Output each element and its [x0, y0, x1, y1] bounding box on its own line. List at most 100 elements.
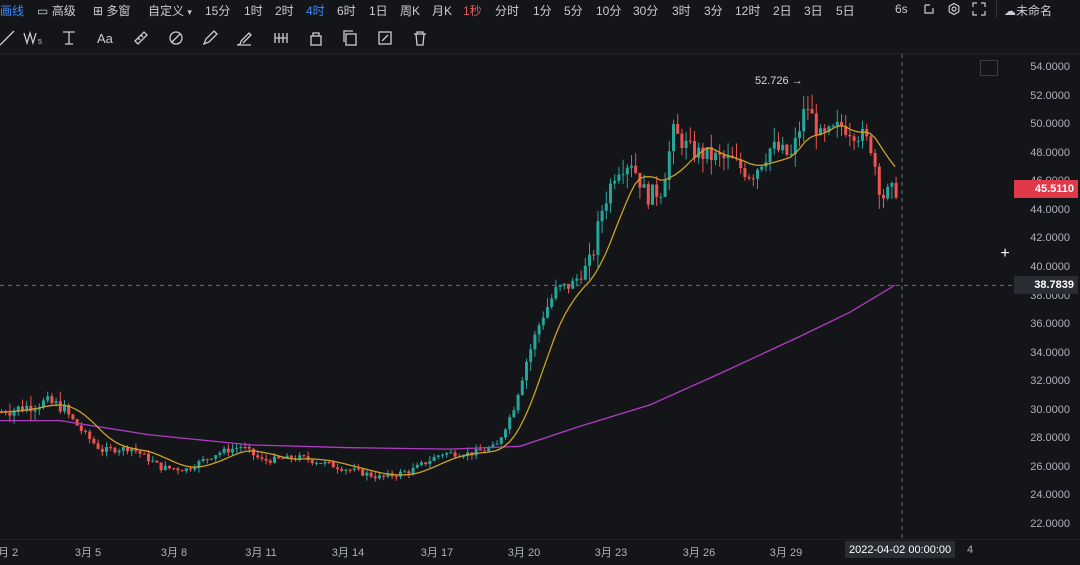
settings-icon[interactable] [945, 0, 963, 18]
price-chart[interactable] [0, 54, 1012, 539]
grid-icon: ⊞ [93, 4, 104, 18]
tab-advanced[interactable]: ▭ 高级 [37, 2, 76, 19]
price-tick: 22.0000 [1030, 517, 1070, 530]
candle-body [310, 459, 314, 464]
interval-15m[interactable]: 15分 [205, 2, 230, 19]
tab-custom[interactable]: 自定义 ▾ [148, 2, 192, 19]
interval-timeshare[interactable]: 分时 [495, 2, 519, 19]
interval-6h[interactable]: 6时 [337, 2, 356, 19]
candle-body [407, 471, 411, 474]
candle-body [75, 419, 79, 426]
measure-tool-icon[interactable] [270, 27, 292, 49]
interval-5m[interactable]: 5分 [564, 2, 583, 19]
candle-body [239, 446, 243, 448]
tab-multi-window[interactable]: ⊞ 多窗 [93, 2, 130, 19]
time-tick: 3月 26 [682, 547, 716, 559]
candle-body [520, 380, 524, 395]
price-tick: 30.0000 [1030, 403, 1070, 416]
candle-body [302, 455, 306, 457]
candle-body [617, 174, 621, 181]
interval-3m[interactable]: 3分 [704, 2, 723, 19]
candle-body [100, 448, 104, 452]
candle-body [478, 448, 482, 451]
fullscreen-icon[interactable] [970, 0, 988, 18]
ma-long-line [0, 284, 896, 450]
interval-2h[interactable]: 2时 [275, 2, 294, 19]
candle-body [831, 125, 835, 127]
candle-body [592, 254, 596, 256]
candle-body [651, 184, 654, 205]
candle-body [378, 475, 381, 479]
candle-body [138, 450, 142, 454]
candle-body [113, 448, 117, 453]
candle-body [483, 450, 486, 452]
candle-body [441, 454, 444, 456]
candle-body [642, 184, 646, 188]
svg-text:Aa: Aa [97, 31, 114, 46]
candle-body [877, 166, 881, 195]
add-alert-icon[interactable]: + [996, 245, 1014, 263]
candle-body [172, 468, 176, 470]
price-tick: 50.0000 [1030, 118, 1070, 131]
candle-body [231, 448, 234, 453]
candle-body [344, 469, 348, 471]
brush-tool-icon[interactable] [233, 27, 255, 49]
text-tool-icon[interactable] [58, 27, 80, 49]
candle-body [58, 401, 62, 412]
candle-body [810, 109, 814, 114]
expand-chart-icon[interactable] [980, 60, 998, 76]
interval-30m[interactable]: 30分 [633, 2, 658, 19]
candle-body [667, 151, 671, 180]
crosshair-price-tag: 38.7839 [1014, 276, 1078, 295]
interval-1d[interactable]: 1日 [369, 2, 388, 19]
interval-4h[interactable]: 4时 [306, 2, 325, 19]
candle-body [189, 468, 192, 470]
cloud-icon: ☁ [1004, 4, 1016, 18]
interval-10m[interactable]: 10分 [596, 2, 621, 19]
interval-1w[interactable]: 周K [400, 2, 420, 19]
interval-1s[interactable]: 1秒 [463, 2, 482, 19]
ruler-tool-icon[interactable] [130, 27, 152, 49]
tab-draw[interactable]: 画线 [0, 2, 24, 19]
wave-tool-icon[interactable]: 5 [19, 27, 49, 49]
candle-body [319, 463, 323, 465]
candle-body [315, 463, 318, 465]
candle-body [516, 394, 520, 411]
copy-tool-icon[interactable] [339, 27, 361, 49]
interval-2d[interactable]: 2日 [773, 2, 792, 19]
line-tool-icon[interactable] [0, 27, 18, 49]
edit-tool-icon[interactable] [374, 27, 396, 49]
refresh-rate[interactable]: 6s [895, 2, 908, 16]
interval-1mo[interactable]: 月K [432, 2, 452, 19]
interval-3d[interactable]: 3日 [804, 2, 823, 19]
candle-body [420, 462, 423, 465]
lock-tool-icon[interactable] [305, 27, 327, 49]
current-price-tag: 45.5110 [1014, 180, 1078, 199]
candle-body [79, 425, 83, 431]
magnet-tool-icon[interactable] [165, 27, 187, 49]
interval-1m[interactable]: 1分 [533, 2, 552, 19]
price-tick: 40.0000 [1030, 260, 1070, 273]
layout-name[interactable]: ☁未命名 [1004, 2, 1052, 19]
price-axis[interactable]: 54.000052.000050.000048.000046.000044.00… [1012, 54, 1080, 539]
candle-body [331, 462, 335, 468]
candle-body [340, 469, 344, 471]
candle-body [218, 452, 222, 456]
interval-12h[interactable]: 12时 [735, 2, 760, 19]
candle-body [508, 417, 512, 430]
candle-body [688, 140, 692, 142]
time-tick: 3月 2 [0, 547, 19, 559]
price-tick: 28.0000 [1030, 432, 1070, 445]
candle-body [609, 183, 612, 204]
interval-5d[interactable]: 5日 [836, 2, 855, 19]
font-tool-icon[interactable]: Aa [95, 27, 119, 49]
divider [996, 0, 997, 18]
trash-icon[interactable] [409, 27, 431, 49]
interval-3h[interactable]: 3时 [672, 2, 691, 19]
candle-body [781, 144, 785, 151]
pencil-tool-icon[interactable] [199, 27, 221, 49]
candle-body [432, 456, 436, 462]
candle-body [873, 153, 877, 167]
export-icon[interactable] [920, 0, 938, 18]
interval-1h[interactable]: 1时 [244, 2, 263, 19]
